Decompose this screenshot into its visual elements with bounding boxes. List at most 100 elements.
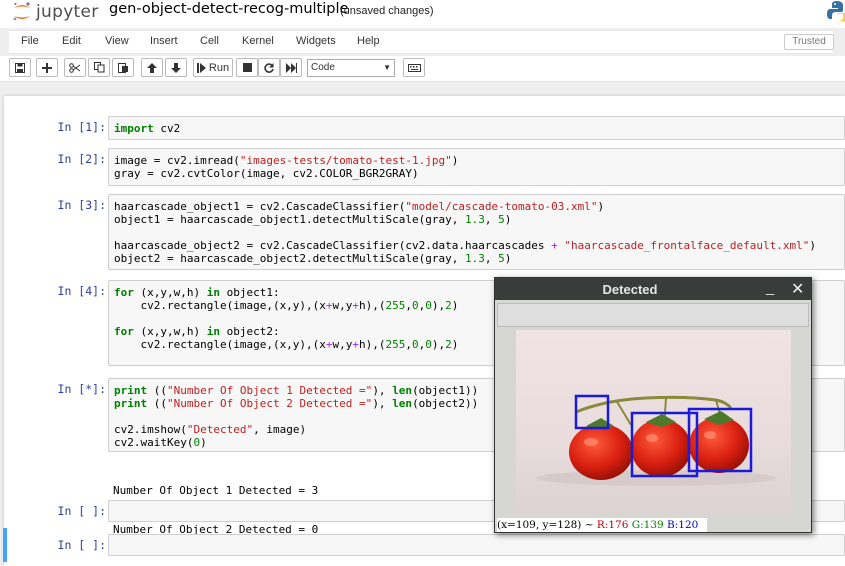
code-keyword: len xyxy=(392,384,413,397)
code-string: "model/cascade-tomato-03.xml" xyxy=(405,200,598,213)
code-line: haarcascade_object2 = cv2.CascadeClassif… xyxy=(114,239,839,252)
code-cell[interactable]: In [3]: haarcascade_object1 = cv2.Cascad… xyxy=(14,194,845,270)
menu-kernel[interactable]: Kernel xyxy=(242,35,274,47)
code-operator: + xyxy=(325,338,333,351)
selected-cell-indicator xyxy=(3,528,7,562)
interrupt-button[interactable] xyxy=(236,58,258,77)
cell-prompt: In [ ]: xyxy=(57,538,106,552)
menu-help[interactable]: Help xyxy=(357,35,380,47)
code-token: (( xyxy=(147,397,167,410)
arrow-down-icon xyxy=(171,62,181,73)
restart-button[interactable] xyxy=(258,58,280,77)
detected-image[interactable] xyxy=(516,330,791,513)
code-token: object2 = haarcascade_object2.detectMult… xyxy=(114,252,465,265)
code-keyword: for xyxy=(114,286,134,299)
pixel-blue: B:120 xyxy=(667,519,699,531)
code-token: ), xyxy=(431,338,446,351)
code-token: cv2.rectangle(image,(x,y),(x xyxy=(114,299,326,312)
plus-icon xyxy=(42,62,52,73)
move-up-button[interactable] xyxy=(141,58,163,77)
minimize-icon[interactable]: _ xyxy=(766,279,774,296)
copy-icon xyxy=(93,62,104,73)
jupyter-logo-icon xyxy=(12,1,32,23)
code-cell-selected[interactable]: In [ ]: xyxy=(14,534,845,556)
code-token: , xyxy=(484,213,499,226)
code-number: 2 xyxy=(445,299,452,312)
code-line: image = cv2.imread("images-tests/tomato-… xyxy=(114,154,839,167)
code-token: ), xyxy=(431,299,446,312)
command-palette-button[interactable] xyxy=(403,58,425,77)
fast-forward-icon xyxy=(285,62,297,73)
menu-widgets[interactable]: Widgets xyxy=(296,35,336,47)
code-token: w,y xyxy=(332,338,353,351)
code-token: ) xyxy=(809,239,817,252)
notebook-name[interactable]: gen-object-detect-recog-multiple xyxy=(109,1,348,17)
menu-edit[interactable]: Edit xyxy=(62,35,81,47)
pixel-coords: (x=109, y=128) ~ xyxy=(497,519,594,531)
cell-input[interactable]: image = cv2.imread("images-tests/tomato-… xyxy=(108,148,845,186)
paste-icon xyxy=(117,63,128,73)
code-token: (( xyxy=(147,384,167,397)
menu-file[interactable]: File xyxy=(21,35,39,47)
code-cell[interactable]: In [2]: image = cv2.imread("images-tests… xyxy=(14,148,845,186)
trusted-badge[interactable]: Trusted xyxy=(784,34,834,50)
code-token: image = cv2.imread( xyxy=(114,154,240,167)
save-button[interactable] xyxy=(9,58,31,77)
code-token: cv2 xyxy=(153,122,181,135)
cell-type-select[interactable]: Code ▼ xyxy=(307,59,395,77)
keyboard-icon xyxy=(407,63,421,72)
cell-input[interactable] xyxy=(108,534,845,556)
code-cell[interactable]: In [1]: import cv2 xyxy=(14,116,845,140)
code-token: ) xyxy=(200,436,207,449)
stop-icon xyxy=(242,63,252,72)
code-keyword: in xyxy=(206,286,220,299)
detected-window[interactable]: Detected _ ✕ (x=109, y=128) ~ R:176 G:13… xyxy=(494,277,812,533)
menu-insert[interactable]: Insert xyxy=(150,35,178,47)
code-token: object2: xyxy=(219,325,280,338)
copy-button[interactable] xyxy=(88,58,110,77)
code-number: 255 xyxy=(385,338,406,351)
code-operator: + xyxy=(551,239,558,252)
cell-input[interactable]: haarcascade_object1 = cv2.CascadeClassif… xyxy=(108,194,845,270)
run-button[interactable]: Run xyxy=(193,58,233,77)
code-operator: + xyxy=(325,299,333,312)
menu-cell[interactable]: Cell xyxy=(200,35,219,47)
cell-prompt: In [1]: xyxy=(57,120,106,134)
insert-cell-button[interactable] xyxy=(36,58,58,77)
code-token: haarcascade_object1 = cv2.CascadeClassif… xyxy=(114,200,406,213)
code-token: haarcascade_object2 = cv2.CascadeClassif… xyxy=(114,239,552,252)
code-keyword: len xyxy=(392,397,413,410)
toolbar: Run Code ▼ xyxy=(0,56,845,82)
jupyter-logo[interactable]: jupyter xyxy=(12,1,99,23)
cell-prompt: In [*]: xyxy=(57,382,106,396)
code-keyword: in xyxy=(206,325,220,338)
cut-button[interactable] xyxy=(64,58,86,77)
python-icon xyxy=(826,0,845,22)
code-number: 0 xyxy=(425,299,432,312)
code-token: (x,y,w,h) xyxy=(133,325,207,338)
move-down-button[interactable] xyxy=(165,58,187,77)
code-number: 1.3 xyxy=(465,252,485,265)
code-line: import cv2 xyxy=(114,122,839,135)
window-titlebar[interactable]: Detected _ ✕ xyxy=(495,278,811,300)
code-token: (object1)) xyxy=(412,384,479,397)
code-keyword: print xyxy=(114,397,148,410)
code-token: ), xyxy=(372,384,393,397)
run-all-button[interactable] xyxy=(280,58,302,77)
paste-button[interactable] xyxy=(112,58,134,77)
code-number: 2 xyxy=(445,338,452,351)
code-token: (x,y,w,h) xyxy=(133,286,207,299)
cell-input[interactable]: import cv2 xyxy=(108,116,845,140)
menubar: File Edit View Insert Cell Kernel Widget… xyxy=(9,30,834,54)
header: jupyter gen-object-detect-recog-multiple… xyxy=(0,0,845,28)
menu-view[interactable]: View xyxy=(105,35,129,47)
run-icon xyxy=(196,62,206,73)
close-icon[interactable]: ✕ xyxy=(791,279,804,299)
cell-prompt: In [2]: xyxy=(57,152,106,166)
chevron-down-icon: ▼ xyxy=(383,63,391,72)
cell-type-value: Code xyxy=(311,62,335,73)
restart-icon xyxy=(264,62,274,73)
code-token: object1: xyxy=(219,286,280,299)
code-token: ) xyxy=(451,338,459,351)
window-title: Detected xyxy=(602,282,658,297)
